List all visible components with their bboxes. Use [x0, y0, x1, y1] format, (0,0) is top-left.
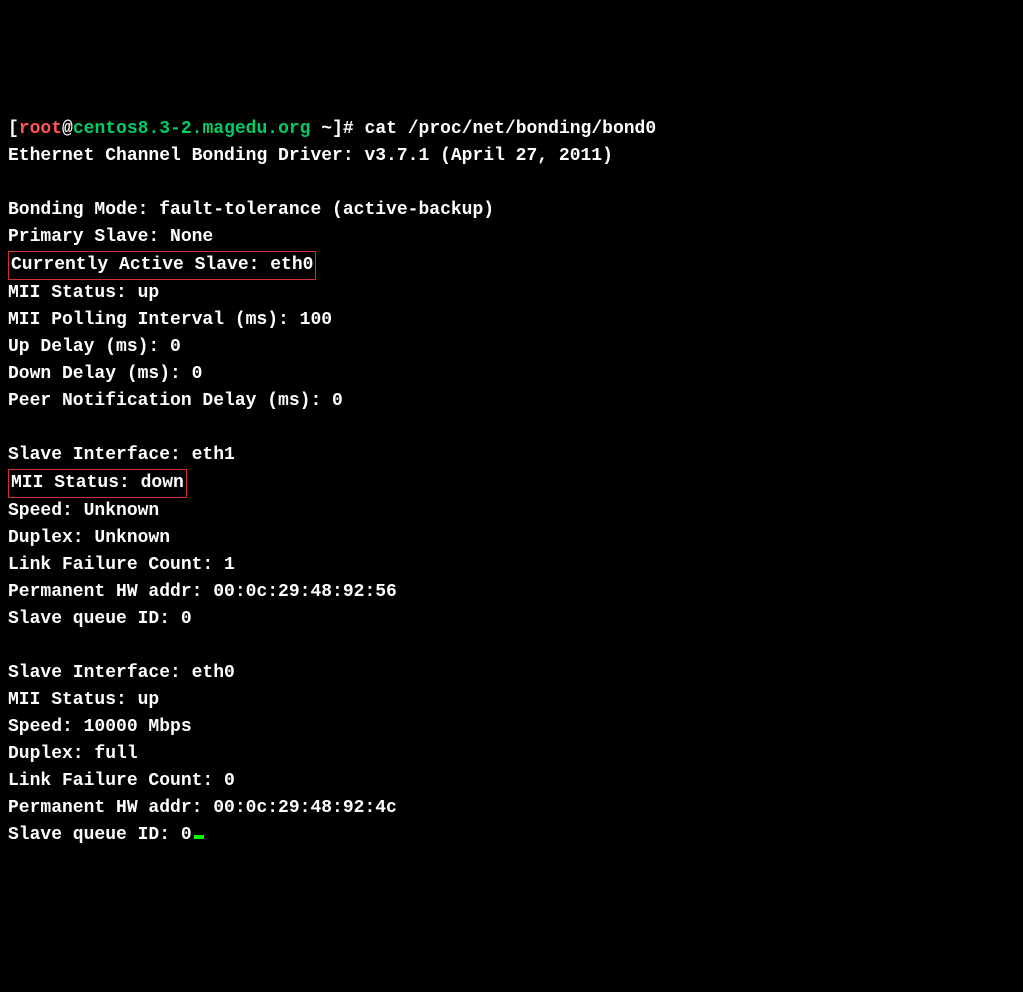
command-text: cat /proc/net/bonding/bond0: [365, 119, 657, 139]
output-slave0-interface: Slave Interface: eth0: [8, 663, 235, 683]
prompt-hash: #: [343, 119, 365, 139]
terminal[interactable]: [root@centos8.3-2.magedu.org ~]# cat /pr…: [8, 116, 1015, 849]
output-slave0-duplex: Duplex: full: [8, 744, 138, 764]
output-slave0-linkfail: Link Failure Count: 0: [8, 771, 235, 791]
highlight-active-slave: Currently Active Slave: eth0: [8, 251, 316, 280]
output-slave0-queue: Slave queue ID: 0: [8, 825, 192, 845]
highlight-slave1-mii-down: MII Status: down: [8, 469, 187, 498]
output-slave0-speed: Speed: 10000 Mbps: [8, 717, 192, 737]
output-down-delay: Down Delay (ms): 0: [8, 364, 202, 384]
output-bonding-mode: Bonding Mode: fault-tolerance (active-ba…: [8, 200, 494, 220]
prompt-user: root: [19, 119, 62, 139]
cursor: [194, 835, 204, 839]
output-slave1-hwaddr: Permanent HW addr: 00:0c:29:48:92:56: [8, 582, 397, 602]
output-blank: [8, 173, 19, 193]
output-slave1-duplex: Duplex: Unknown: [8, 528, 170, 548]
output-peer-delay: Peer Notification Delay (ms): 0: [8, 391, 343, 411]
output-active-slave: Currently Active Slave: eth0: [11, 255, 313, 275]
output-blank: [8, 636, 19, 656]
prompt-path: ~: [310, 119, 332, 139]
output-driver-version: Ethernet Channel Bonding Driver: v3.7.1 …: [8, 146, 613, 166]
output-slave1-speed: Speed: Unknown: [8, 501, 159, 521]
output-mii-status: MII Status: up: [8, 283, 159, 303]
prompt-line: [root@centos8.3-2.magedu.org ~]# cat /pr…: [8, 119, 656, 139]
prompt-host: centos8.3-2.magedu.org: [73, 119, 311, 139]
bracket-open: [: [8, 119, 19, 139]
output-slave0-mii: MII Status: up: [8, 690, 159, 710]
output-slave1-queue: Slave queue ID: 0: [8, 609, 192, 629]
output-primary-slave: Primary Slave: None: [8, 227, 213, 247]
output-slave1-interface: Slave Interface: eth1: [8, 445, 235, 465]
output-mii-polling: MII Polling Interval (ms): 100: [8, 310, 332, 330]
output-up-delay: Up Delay (ms): 0: [8, 337, 181, 357]
bracket-close: ]: [332, 119, 343, 139]
output-slave1-mii: MII Status: down: [11, 473, 184, 493]
output-slave1-linkfail: Link Failure Count: 1: [8, 555, 235, 575]
output-blank: [8, 418, 19, 438]
output-slave0-hwaddr: Permanent HW addr: 00:0c:29:48:92:4c: [8, 798, 397, 818]
prompt-at: @: [62, 119, 73, 139]
